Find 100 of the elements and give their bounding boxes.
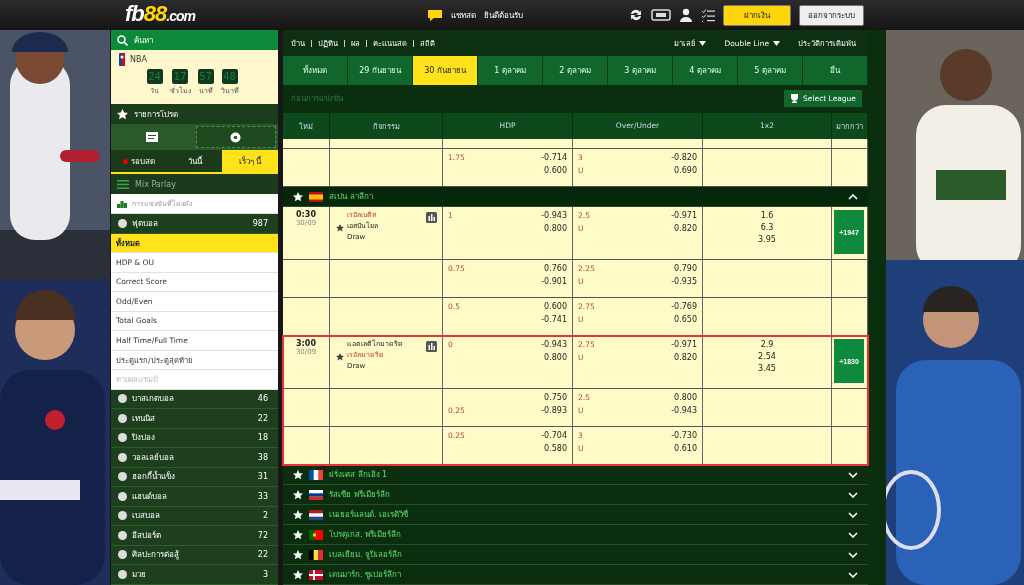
odds-value[interactable]: 2.9 xyxy=(760,339,774,351)
odds-value[interactable]: 6.3 xyxy=(760,222,774,234)
date-tab[interactable]: 5 ตุลาคม xyxy=(738,56,803,85)
scroll-track[interactable] xyxy=(868,30,886,585)
logout-button[interactable]: ออกจากระบบ xyxy=(799,4,864,26)
league-name: เดนมาร์ก. ซูเปอร์ลีกา xyxy=(329,569,403,581)
odds-value[interactable]: 0.610 xyxy=(583,444,697,457)
flag-icon xyxy=(309,529,323,540)
sport-item[interactable]: ฟุตบอล 987 xyxy=(111,214,278,234)
deposit-button[interactable]: ฝากเงิน xyxy=(723,4,791,26)
logo[interactable]: fb88.com xyxy=(125,1,195,29)
favorites-label: รายการโปรด xyxy=(134,108,178,121)
sport-item[interactable]: เบสบอล 2 xyxy=(111,506,278,526)
list-icon[interactable] xyxy=(701,8,715,22)
support-icon[interactable] xyxy=(651,9,671,21)
odds-value[interactable]: -0.971 xyxy=(594,340,697,353)
odds-value[interactable]: -0.741 xyxy=(459,315,567,328)
sport-count: 2 xyxy=(262,511,268,521)
odds-value[interactable]: 0.800 xyxy=(452,224,567,237)
odds-value[interactable]: -0.820 xyxy=(583,153,697,166)
countdown-digits: 48 xyxy=(221,69,238,84)
flag-icon xyxy=(309,549,323,560)
star-icon[interactable] xyxy=(293,529,303,540)
odds-value[interactable]: 0.800 xyxy=(589,393,697,406)
date-tab[interactable]: อื่น xyxy=(803,56,868,85)
sport-item[interactable]: วอลเลย์บอล 38 xyxy=(111,448,278,468)
date-tab[interactable]: ทั้งหมด xyxy=(283,56,348,85)
odds-value[interactable]: 0.760 xyxy=(464,264,567,277)
sport-item[interactable]: บาสเกตบอล 46 xyxy=(111,389,278,409)
sport-item[interactable]: อีสปอร์ต 72 xyxy=(111,526,278,546)
refresh-icon[interactable] xyxy=(629,8,643,22)
team-tab[interactable] xyxy=(195,126,276,148)
odds-value[interactable]: -0.971 xyxy=(589,211,697,224)
sport-item[interactable]: แฮนด์บอล 33 xyxy=(111,487,278,507)
flag-icon xyxy=(309,191,323,202)
sport-count: 38 xyxy=(257,452,268,462)
odds-value[interactable]: 0.600 xyxy=(459,302,567,315)
odds-value[interactable]: 3.45 xyxy=(758,363,776,375)
message-icon xyxy=(146,132,159,142)
star-icon[interactable] xyxy=(293,469,303,480)
ball-icon xyxy=(118,218,127,228)
odds-value[interactable]: 0.800 xyxy=(452,353,567,366)
star-icon[interactable] xyxy=(293,509,303,520)
welcome-text: ยินดีต้อนรับ xyxy=(484,9,523,22)
sport-item[interactable]: ศิลปะการต่อสู้ 22 xyxy=(111,545,278,565)
time-tab[interactable]: เร็วๆ นี้ xyxy=(222,150,278,172)
odds-value[interactable]: 0.820 xyxy=(589,224,697,237)
chat-icon[interactable] xyxy=(427,8,443,22)
sport-count: 22 xyxy=(257,550,268,560)
chevron-icon xyxy=(848,491,858,498)
sport-item[interactable]: ปิงปอง 18 xyxy=(111,428,278,448)
stats-icon[interactable] xyxy=(426,341,437,352)
star-icon[interactable] xyxy=(293,549,303,560)
odds-value[interactable]: -0.943 xyxy=(589,406,697,419)
odds-value[interactable]: -0.893 xyxy=(464,406,567,419)
odds-value[interactable]: 1.6 xyxy=(760,210,774,222)
odds-value[interactable]: -0.943 xyxy=(452,211,567,224)
odds-value[interactable]: 0.750 xyxy=(464,393,567,406)
sport-name: ฟุตบอล xyxy=(132,217,159,230)
odds-value[interactable]: 0.650 xyxy=(594,315,697,328)
sport-item[interactable]: เทนนิส 22 xyxy=(111,409,278,429)
search-bar[interactable]: ค้นหา xyxy=(111,30,278,50)
time-tab[interactable]: รอบสด xyxy=(111,150,167,172)
star-icon[interactable] xyxy=(336,224,344,232)
star-icon[interactable] xyxy=(293,489,303,500)
time-tab[interactable]: วันนี้ xyxy=(166,150,223,172)
stats-icon[interactable] xyxy=(426,212,437,223)
odds-value[interactable]: 0.580 xyxy=(464,444,567,457)
date-tab[interactable]: 4 ตุลาคม xyxy=(673,56,738,85)
date-tab[interactable]: 29 กันยายน xyxy=(348,56,413,85)
sport-item[interactable]: ฮอกกี้น้ำแข็ง 31 xyxy=(111,467,278,487)
odds-value[interactable]: -0.769 xyxy=(594,302,697,315)
user-icon[interactable] xyxy=(679,8,693,22)
league-logo-icon xyxy=(119,53,125,66)
date-tab[interactable]: 3 ตุลาคม xyxy=(608,56,673,85)
star-icon[interactable] xyxy=(336,353,344,361)
date-tab[interactable]: 2 ตุลาคม xyxy=(543,56,608,85)
star-icon[interactable] xyxy=(293,569,303,580)
odds-value[interactable]: -0.935 xyxy=(594,277,697,290)
live-chat-link[interactable]: แชทสด xyxy=(451,8,476,22)
odds-value[interactable]: 0.690 xyxy=(583,166,697,179)
mix-parlay-label: Mix Parlay xyxy=(135,179,176,189)
sport-item[interactable]: มวย 3 xyxy=(111,565,278,585)
odds-value[interactable]: -0.943 xyxy=(452,340,567,353)
date-tab[interactable]: 1 ตุลาคม xyxy=(478,56,543,85)
sport-name: เบสบอล xyxy=(132,510,161,523)
odds-value[interactable]: -0.901 xyxy=(464,277,567,290)
odds-value[interactable]: 2.54 xyxy=(758,351,776,363)
odds-value[interactable]: -0.730 xyxy=(583,431,697,444)
league-name: สเปน ลาลีกา xyxy=(329,191,374,203)
odds-value[interactable]: 3.95 xyxy=(758,234,776,246)
odds-value[interactable]: 0.790 xyxy=(594,264,697,277)
odds-value[interactable]: 0.600 xyxy=(464,166,567,179)
odds-value[interactable]: 0.820 xyxy=(594,353,697,366)
odds-value[interactable]: -0.704 xyxy=(464,431,567,444)
ball-icon xyxy=(229,131,243,143)
odds-value[interactable]: -0.714 xyxy=(464,153,567,166)
date-tab[interactable]: 30 กันยายน xyxy=(413,56,478,85)
league-header[interactable]: สเปน ลาลีกา xyxy=(283,187,868,207)
star-icon[interactable] xyxy=(293,191,303,202)
